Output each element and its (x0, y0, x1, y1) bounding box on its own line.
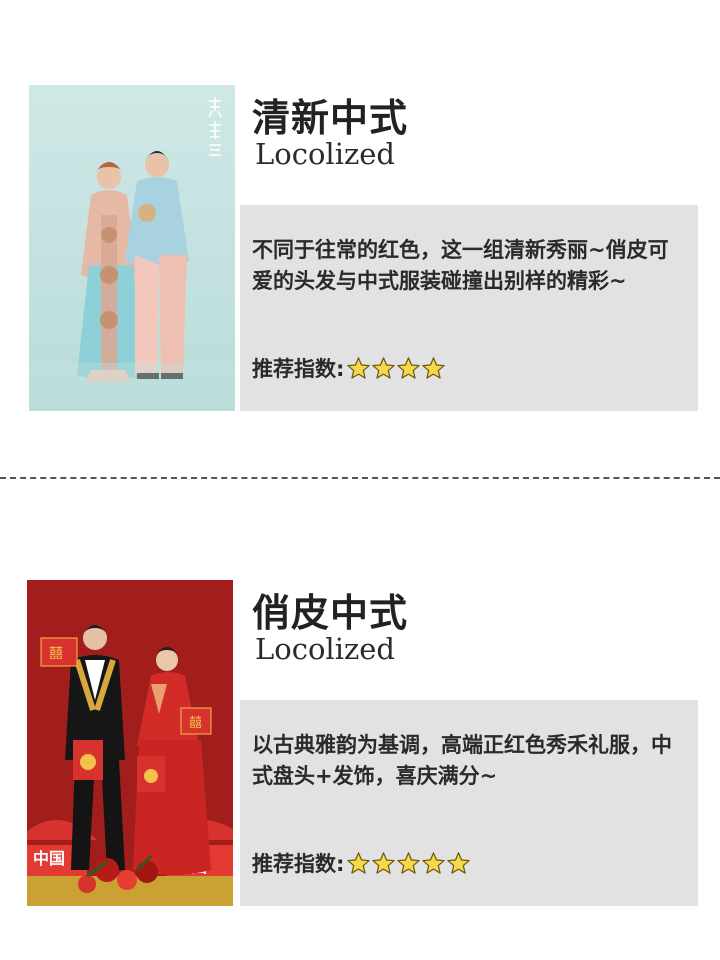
rating-row: 推荐指数: (252, 353, 446, 383)
star-icon (397, 356, 421, 379)
card-description: 以古典雅韵为基调，高端正红色秀禾礼服，中式盘头+发饰，喜庆满分~ (252, 733, 672, 788)
style-card-playful-chinese[interactable]: 中国 中国 囍 (0, 580, 720, 906)
description-panel: 以古典雅韵为基调，高端正红色秀禾礼服，中式盘头+发饰，喜庆满分~ 推荐指数: (240, 700, 698, 906)
star-icon (372, 851, 396, 874)
card-description: 不同于往常的红色，这一组清新秀丽~俏皮可爱的头发与中式服装碰撞出别样的精彩~ (252, 238, 669, 293)
rating-stars (346, 851, 471, 876)
section-divider (0, 477, 720, 479)
rating-label: 推荐指数: (252, 357, 345, 381)
rating-row: 推荐指数: (252, 848, 471, 878)
description-panel: 不同于往常的红色，这一组清新秀丽~俏皮可爱的头发与中式服装碰撞出别样的精彩~ 推… (240, 205, 698, 411)
svg-text:囍: 囍 (49, 646, 63, 662)
card-subtitle: Locolized (255, 137, 395, 171)
couple-photo-illustration: 中国 中国 囍 (27, 580, 233, 906)
star-icon (372, 356, 396, 379)
star-icon (447, 851, 471, 874)
star-icon (422, 356, 446, 379)
star-icon (397, 851, 421, 874)
style-card-fresh-chinese[interactable]: 清新中式 Locolized 不同于往常的红色，这一组清新秀丽~俏皮可爱的头发与… (0, 85, 720, 411)
couple-photo-illustration (29, 85, 235, 411)
rating-stars (346, 356, 446, 381)
star-icon (347, 356, 371, 379)
wedding-photo-fresh[interactable] (29, 85, 235, 411)
svg-text:中国: 中国 (33, 849, 65, 868)
card-title: 俏皮中式 (252, 591, 409, 635)
card-title: 清新中式 (252, 96, 409, 140)
wedding-photo-playful[interactable]: 中国 中国 囍 (27, 580, 233, 906)
rating-label: 推荐指数: (252, 852, 345, 876)
card-subtitle: Locolized (255, 632, 395, 666)
star-icon (347, 851, 371, 874)
svg-text:囍: 囍 (189, 716, 202, 731)
page: 清新中式 Locolized 不同于往常的红色，这一组清新秀丽~俏皮可爱的头发与… (0, 0, 720, 960)
star-icon (422, 851, 446, 874)
